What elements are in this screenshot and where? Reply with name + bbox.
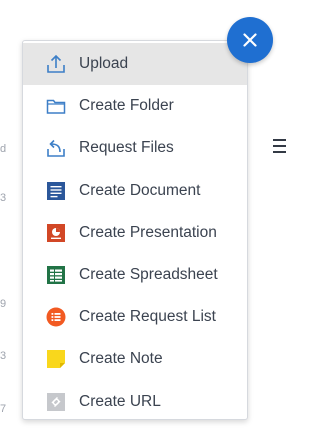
menu-item-create-folder[interactable]: Create Folder — [23, 85, 247, 127]
menu-item-label: Create Presentation — [79, 223, 217, 241]
menu-item-create-spreadsheet[interactable]: Create Spreadsheet — [23, 254, 247, 296]
document-icon — [45, 180, 67, 202]
presentation-icon — [45, 222, 67, 244]
close-icon — [241, 31, 259, 49]
request-list-icon — [45, 306, 67, 328]
link-icon — [45, 391, 67, 413]
menu-item-label: Upload — [79, 55, 129, 73]
background-text-fragment: 3 — [0, 192, 7, 204]
folder-icon — [45, 95, 67, 117]
new-item-menu: Upload Create Folder Request Files Creat… — [22, 40, 248, 420]
menu-item-label: Request Files — [79, 139, 174, 157]
menu-item-label: Create Spreadsheet — [79, 266, 218, 284]
menu-item-create-note[interactable]: Create Note — [23, 338, 247, 380]
menu-item-create-request-list[interactable]: Create Request List — [23, 296, 247, 338]
upload-icon — [45, 53, 67, 75]
background-text-fragment: 9 — [0, 298, 7, 310]
spreadsheet-icon — [45, 264, 67, 286]
menu-item-label: Create Note — [79, 350, 163, 368]
menu-item-request-files[interactable]: Request Files — [23, 127, 247, 169]
note-icon — [45, 348, 67, 370]
background-text-fragment: 7 — [0, 403, 7, 415]
close-button[interactable] — [227, 17, 273, 63]
background-text-fragment: d — [0, 143, 7, 155]
menu-item-create-presentation[interactable]: Create Presentation — [23, 212, 247, 254]
menu-item-upload[interactable]: Upload — [23, 43, 247, 86]
menu-item-label: Create Document — [79, 181, 201, 199]
menu-item-label: Create Request List — [79, 308, 216, 326]
hamburger-menu-icon[interactable] — [273, 138, 286, 154]
request-files-icon — [45, 137, 67, 159]
menu-item-create-document[interactable]: Create Document — [23, 170, 247, 212]
menu-item-label: Create URL — [79, 392, 161, 410]
menu-item-create-url[interactable]: Create URL — [23, 381, 247, 423]
menu-item-label: Create Folder — [79, 97, 174, 115]
background-text-fragment: 3 — [0, 350, 7, 362]
new-item-page: d 3 9 3 7 Upload Create Folder Request F… — [0, 0, 286, 442]
